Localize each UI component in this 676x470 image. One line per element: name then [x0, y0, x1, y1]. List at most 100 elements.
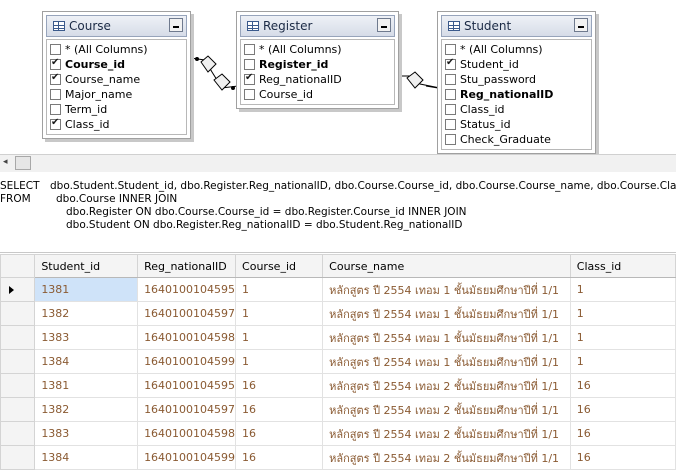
- column-row[interactable]: Class_id: [47, 117, 186, 132]
- minimize-icon[interactable]: [377, 18, 391, 32]
- row-selector[interactable]: [0, 277, 36, 302]
- column-header[interactable]: Course_name: [322, 254, 571, 278]
- sql-pane[interactable]: SELECT dbo.Student.Student_id, dbo.Regis…: [0, 172, 676, 250]
- grid-cell[interactable]: 16: [235, 421, 324, 446]
- table-row[interactable]: 1381 1640100104595 1 หลักสูตร ปี 2554 เทอม …: [0, 277, 676, 302]
- column-row[interactable]: Class_id: [442, 102, 591, 117]
- column-checkbox[interactable]: [244, 59, 255, 70]
- column-row[interactable]: Check_Graduate: [442, 132, 591, 147]
- column-checkbox[interactable]: [445, 74, 456, 85]
- row-selector[interactable]: [0, 397, 36, 422]
- row-header-corner[interactable]: [0, 254, 36, 278]
- table-row[interactable]: 1383 1640100104598 1 หลักสูตร ปี 2554 เทอม …: [0, 325, 676, 350]
- grid-cell[interactable]: 1381: [34, 373, 139, 398]
- grid-cell[interactable]: 1381: [34, 277, 139, 302]
- column-checkbox[interactable]: [244, 72, 255, 85]
- column-header[interactable]: Student_id: [34, 254, 139, 278]
- table-row[interactable]: 1381 1640100104595 16 หลักสูตร ปี 2554 เทอม…: [0, 373, 676, 398]
- register-table-header[interactable]: Register: [240, 15, 395, 37]
- grid-cell[interactable]: 16: [235, 397, 324, 422]
- column-row[interactable]: Register_id: [241, 57, 394, 72]
- column-header[interactable]: Reg_nationalID: [137, 254, 237, 278]
- column-checkbox[interactable]: [244, 44, 255, 55]
- column-row[interactable]: Major_name: [47, 87, 186, 102]
- grid-cell[interactable]: หลักสูตร ปี 2554 เทอม 2 ชั้นมัธยมศึกษาปี…: [322, 397, 571, 422]
- register-table[interactable]: Register * (All Columns) Register_id Reg_n…: [236, 11, 399, 109]
- results-grid[interactable]: Student_id Reg_nationalID Course_id Course_…: [0, 252, 676, 470]
- row-selector[interactable]: [0, 301, 36, 326]
- grid-cell[interactable]: หลักสูตร ปี 2554 เทอม 1 ชั้นมัธยมศึกษาปี…: [322, 325, 571, 350]
- column-checkbox[interactable]: [50, 117, 61, 130]
- column-checkbox[interactable]: [50, 89, 61, 100]
- minimize-icon[interactable]: [574, 18, 588, 32]
- row-selector[interactable]: [0, 373, 36, 398]
- column-row[interactable]: Student_id: [442, 57, 591, 72]
- grid-cell[interactable]: 1: [569, 277, 676, 302]
- column-row[interactable]: Stu_password: [442, 72, 591, 87]
- column-row[interactable]: Status_id: [442, 117, 591, 132]
- grid-cell[interactable]: 1: [235, 301, 324, 326]
- scroll-left-icon[interactable]: ◂: [3, 157, 8, 167]
- column-checkbox[interactable]: [50, 44, 61, 55]
- grid-cell[interactable]: 1: [569, 301, 676, 326]
- diagram-pane[interactable]: Course * (All Columns) Course_id Course_na…: [0, 0, 676, 154]
- column-row[interactable]: * (All Columns): [241, 42, 394, 57]
- column-row[interactable]: Reg_nationalID: [241, 72, 394, 87]
- column-checkbox[interactable]: [445, 134, 456, 145]
- grid-cell[interactable]: 1: [235, 325, 324, 350]
- grid-cell[interactable]: 1382: [34, 397, 139, 422]
- table-row[interactable]: 1382 1640100104597 16 หลักสูตร ปี 2554 เทอม…: [0, 397, 676, 422]
- grid-cell[interactable]: 16: [235, 373, 324, 398]
- student-table-header[interactable]: Student: [441, 15, 592, 37]
- grid-cell[interactable]: 1: [235, 277, 324, 302]
- column-checkbox[interactable]: [244, 89, 255, 100]
- grid-cell[interactable]: 1384: [34, 349, 139, 374]
- row-selector[interactable]: [0, 325, 36, 350]
- grid-cell[interactable]: 1: [569, 325, 676, 350]
- column-row[interactable]: Reg_nationalID: [442, 87, 591, 102]
- grid-cell[interactable]: หลักสูตร ปี 2554 เทอม 2 ชั้นมัธยมศึกษาปี…: [322, 421, 571, 446]
- grid-cell[interactable]: 1640100104598: [137, 421, 237, 446]
- grid-cell[interactable]: 16: [235, 445, 324, 470]
- row-selector[interactable]: [0, 349, 36, 374]
- grid-cell[interactable]: หลักสูตร ปี 2554 เทอม 2 ชั้นมัธยมศึกษาปี…: [322, 373, 571, 398]
- grid-cell[interactable]: หลักสูตร ปี 2554 เทอม 1 ชั้นมัธยมศึกษาปี…: [322, 349, 571, 374]
- grid-cell[interactable]: 1640100104599: [137, 349, 237, 374]
- grid-cell[interactable]: 1640100104597: [137, 397, 237, 422]
- column-row[interactable]: Course_id: [241, 87, 394, 102]
- grid-cell[interactable]: 1640100104595: [137, 373, 237, 398]
- grid-cell[interactable]: 1383: [34, 325, 139, 350]
- grid-cell[interactable]: 1382: [34, 301, 139, 326]
- column-checkbox[interactable]: [445, 57, 456, 70]
- course-table-header[interactable]: Course: [46, 15, 187, 37]
- grid-cell[interactable]: 16: [569, 397, 676, 422]
- grid-cell[interactable]: หลักสูตร ปี 2554 เทอม 1 ชั้นมัธยมศึกษาปี…: [322, 277, 571, 302]
- row-selector[interactable]: [0, 421, 36, 446]
- column-header[interactable]: Class_id: [569, 254, 676, 278]
- table-row[interactable]: 1384 1640100104599 16 หลักสูตร ปี 2554 เทอม…: [0, 445, 676, 470]
- column-row[interactable]: * (All Columns): [442, 42, 591, 57]
- column-row[interactable]: Course_id: [47, 57, 186, 72]
- scrollbar-thumb[interactable]: [15, 156, 31, 170]
- grid-cell[interactable]: หลักสูตร ปี 2554 เทอม 1 ชั้นมัธยมศึกษาปี…: [322, 301, 571, 326]
- grid-cell[interactable]: 1640100104599: [137, 445, 237, 470]
- column-checkbox[interactable]: [50, 104, 61, 115]
- grid-cell[interactable]: 16: [569, 445, 676, 470]
- column-checkbox[interactable]: [445, 44, 456, 55]
- column-row[interactable]: Term_id: [47, 102, 186, 117]
- grid-cell[interactable]: 1640100104598: [137, 325, 237, 350]
- grid-cell[interactable]: 1640100104597: [137, 301, 237, 326]
- grid-cell[interactable]: 1640100104595: [137, 277, 237, 302]
- column-checkbox[interactable]: [50, 72, 61, 85]
- grid-cell[interactable]: หลักสูตร ปี 2554 เทอม 2 ชั้นมัธยมศึกษาปี…: [322, 445, 571, 470]
- grid-cell[interactable]: 16: [569, 421, 676, 446]
- diagram-horizontal-scrollbar[interactable]: ◂: [0, 154, 676, 173]
- grid-cell[interactable]: 1384: [34, 445, 139, 470]
- minimize-icon[interactable]: [169, 18, 183, 32]
- column-checkbox[interactable]: [445, 119, 456, 130]
- row-selector[interactable]: [0, 445, 36, 470]
- column-row[interactable]: * (All Columns): [47, 42, 186, 57]
- table-row[interactable]: 1382 1640100104597 1 หลักสูตร ปี 2554 เทอม …: [0, 301, 676, 326]
- column-row[interactable]: Course_name: [47, 72, 186, 87]
- grid-cell[interactable]: 1: [569, 349, 676, 374]
